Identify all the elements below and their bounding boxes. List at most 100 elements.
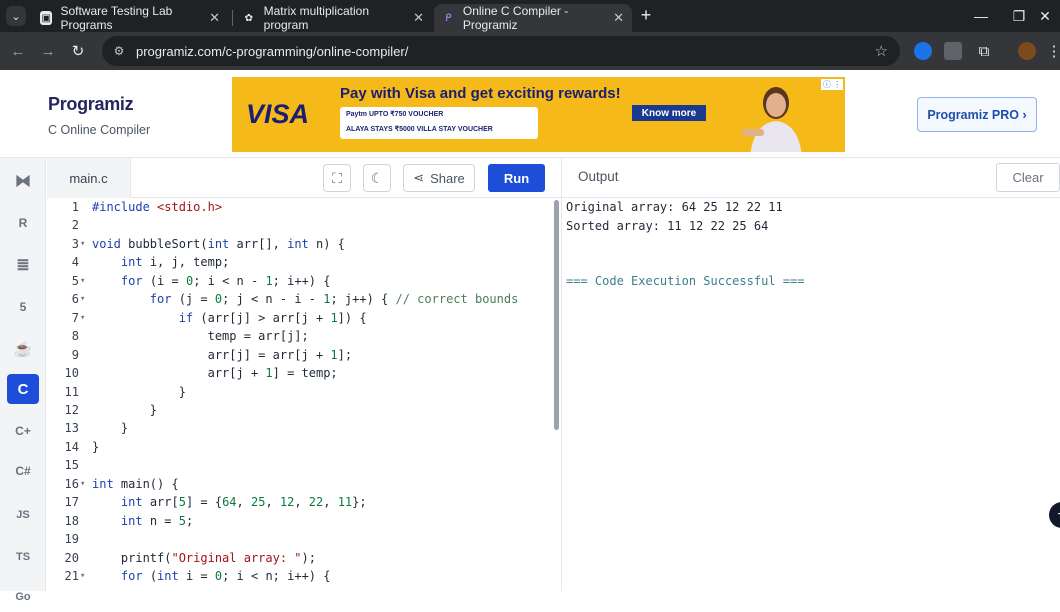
code-line[interactable]: 4 int i, j, temp; xyxy=(47,253,552,271)
c-language-icon[interactable]: C xyxy=(7,374,39,404)
line-number: 10 xyxy=(64,366,79,381)
close-window-icon[interactable]: ✕ xyxy=(1030,0,1060,32)
close-tab-icon[interactable]: ✕ xyxy=(209,10,220,26)
close-tab-icon[interactable]: ✕ xyxy=(613,10,624,26)
code-line[interactable]: 2 xyxy=(47,216,552,234)
fold-arrow-icon[interactable]: ▾ xyxy=(80,309,85,327)
code-line[interactable]: 9 arr[j] = arr[j + 1]; xyxy=(47,346,552,364)
line-number: 18 xyxy=(64,513,79,528)
ad-cta-button[interactable]: Know more xyxy=(632,105,706,121)
close-tab-icon[interactable]: ✕ xyxy=(413,10,424,26)
address-bar[interactable]: ⚙ programiz.com/c-programming/online-com… xyxy=(102,36,900,66)
fold-arrow-icon[interactable]: ▾ xyxy=(80,235,85,253)
reload-icon[interactable]: ↻ xyxy=(68,41,88,61)
line-number: 6 xyxy=(71,292,79,307)
tab-title: Software Testing Lab Programs xyxy=(60,4,173,32)
dark-mode-moon-icon[interactable]: ☾ xyxy=(363,164,391,192)
extension-icon[interactable] xyxy=(944,42,962,60)
extension-icon[interactable] xyxy=(914,42,932,60)
code-line[interactable]: 8 temp = arr[j]; xyxy=(47,327,552,345)
output-console: Original array: 64 25 12 22 11 Sorted arr… xyxy=(561,198,1060,591)
share-button[interactable]: ⋖ Share xyxy=(403,164,475,192)
code-line[interactable]: 18 int n = 5; xyxy=(47,512,552,530)
extensions-puzzle-icon[interactable]: ⧉ xyxy=(974,41,994,61)
ad-choices-icon[interactable]: ⓘ ⋮ xyxy=(821,79,843,90)
java-icon[interactable]: ☕ xyxy=(7,334,39,364)
browser-tab-2[interactable]: ✿ Matrix multiplication program ✕ xyxy=(234,4,432,32)
cpp-icon[interactable]: C+ xyxy=(7,416,39,446)
code-text: } xyxy=(92,384,186,399)
code-line[interactable]: 7 ▾ if (arr[j] > arr[j + 1]) { xyxy=(47,309,552,327)
run-button[interactable]: Run xyxy=(488,164,545,192)
output-line: Sorted array: 11 12 22 25 64 xyxy=(566,218,769,233)
language-sidebar: ⧓ R ≣ 5 ☕ C C+ C# JS TS Go xyxy=(0,158,46,603)
code-line[interactable]: 16 ▾ int main() { xyxy=(47,475,552,493)
code-text: void bubbleSort(int arr[], int n) { xyxy=(92,236,345,251)
sql-database-icon[interactable]: ≣ xyxy=(7,250,39,280)
fold-arrow-icon[interactable]: ▾ xyxy=(80,290,85,308)
url-text: programiz.com/c-programming/online-compi… xyxy=(136,43,409,59)
code-line[interactable]: 10 arr[j + 1] = temp; xyxy=(47,364,552,382)
browser-tab-1[interactable]: ▣ Software Testing Lab Programs ✕ xyxy=(32,4,228,32)
code-line[interactable]: 12 } xyxy=(47,401,552,419)
code-line[interactable]: 3 ▾ void bubbleSort(int arr[], int n) { xyxy=(47,235,552,253)
code-line[interactable]: 11 } xyxy=(47,383,552,401)
r-icon[interactable]: R xyxy=(7,208,39,238)
code-line[interactable]: 13 } xyxy=(47,419,552,437)
tab-title: Matrix multiplication program xyxy=(263,4,370,32)
code-text: #include <stdio.h> xyxy=(92,200,223,214)
minimize-icon[interactable]: — xyxy=(960,0,1002,32)
typescript-icon[interactable]: TS xyxy=(7,542,39,572)
code-line[interactable]: 6 ▾ for (j = 0; j < n - i - 1; j++) { // … xyxy=(47,290,552,308)
fold-arrow-icon[interactable]: ▾ xyxy=(80,272,85,290)
forward-icon[interactable]: → xyxy=(38,41,58,61)
programiz-pro-button[interactable]: Programiz PRO › xyxy=(917,97,1037,132)
fold-arrow-icon[interactable]: ▾ xyxy=(80,567,85,585)
code-line[interactable]: 5 ▾ for (i = 0; i < n - 1; i++) { xyxy=(47,272,552,290)
line-number: 14 xyxy=(64,439,79,454)
code-text: int n = 5; xyxy=(120,513,194,528)
editor-toolbar: main.c ⛶ ☾ ⋖ Share Run xyxy=(47,158,561,198)
bookmark-star-icon[interactable]: ☆ xyxy=(875,42,888,60)
csharp-icon[interactable]: C# xyxy=(7,456,39,486)
code-line[interactable]: 19 xyxy=(47,530,552,548)
profile-avatar[interactable] xyxy=(1018,42,1036,60)
code-line[interactable]: 20 printf("Original array: "); xyxy=(47,549,552,567)
line-number: 13 xyxy=(64,421,79,436)
code-line[interactable]: 1 #include <stdio.h> xyxy=(47,198,552,216)
line-number: 20 xyxy=(64,550,79,565)
share-icon: ⋖ xyxy=(413,170,425,185)
go-icon[interactable]: Go xyxy=(7,582,39,612)
execution-status-line: === Code Execution Successful === xyxy=(566,274,805,288)
editor-scrollbar[interactable] xyxy=(554,200,559,430)
site-info-icon[interactable]: ⚙ xyxy=(110,42,128,60)
javascript-icon[interactable]: JS xyxy=(7,500,39,530)
code-line[interactable]: 15 xyxy=(47,456,552,474)
back-icon[interactable]: ← xyxy=(8,41,28,61)
html5-icon[interactable]: 5 xyxy=(7,292,39,322)
browser-menu-icon[interactable]: ⋮ xyxy=(1044,41,1060,61)
line-number: 16 xyxy=(64,476,79,491)
code-text: temp = arr[j]; xyxy=(92,329,309,344)
programiz-logo[interactable]: Programiz xyxy=(48,94,134,115)
visa-ad-banner[interactable]: VISA Pay with Visa and get exciting rewa… xyxy=(232,77,845,152)
python-icon[interactable]: ⧓ xyxy=(7,166,39,196)
tab-separator xyxy=(232,10,233,26)
code-text: for (j = 0; j < n - i - 1; j++) { // cor… xyxy=(149,292,519,307)
new-tab-icon[interactable]: + xyxy=(636,5,656,25)
browser-tab-3-active[interactable]: ᑭ Online C Compiler - Programiz ✕ xyxy=(434,4,632,32)
code-line[interactable]: 21 ▾ for (int i = 0; i < n; i++) { xyxy=(47,567,552,585)
logo-text: Programiz xyxy=(48,94,134,114)
line-number: 11 xyxy=(64,384,79,399)
code-line[interactable]: 17 int arr[5] = {64, 25, 12, 22, 11}; xyxy=(47,493,552,511)
fold-arrow-icon[interactable]: ▾ xyxy=(80,475,85,493)
tab-search-icon[interactable]: ⌄ xyxy=(6,6,26,26)
code-text: int i, j, temp; xyxy=(120,255,230,270)
code-line[interactable]: 14} xyxy=(47,438,552,456)
code-editor[interactable]: 1 #include <stdio.h> 2 3 ▾ void bubbleSort(in… xyxy=(47,198,561,591)
chatgpt-icon: ✿ xyxy=(244,12,254,24)
line-number: 7 xyxy=(71,310,79,325)
file-tab[interactable]: main.c xyxy=(47,158,131,198)
fullscreen-icon[interactable]: ⛶ xyxy=(323,164,351,192)
clear-button[interactable]: Clear xyxy=(996,163,1060,192)
